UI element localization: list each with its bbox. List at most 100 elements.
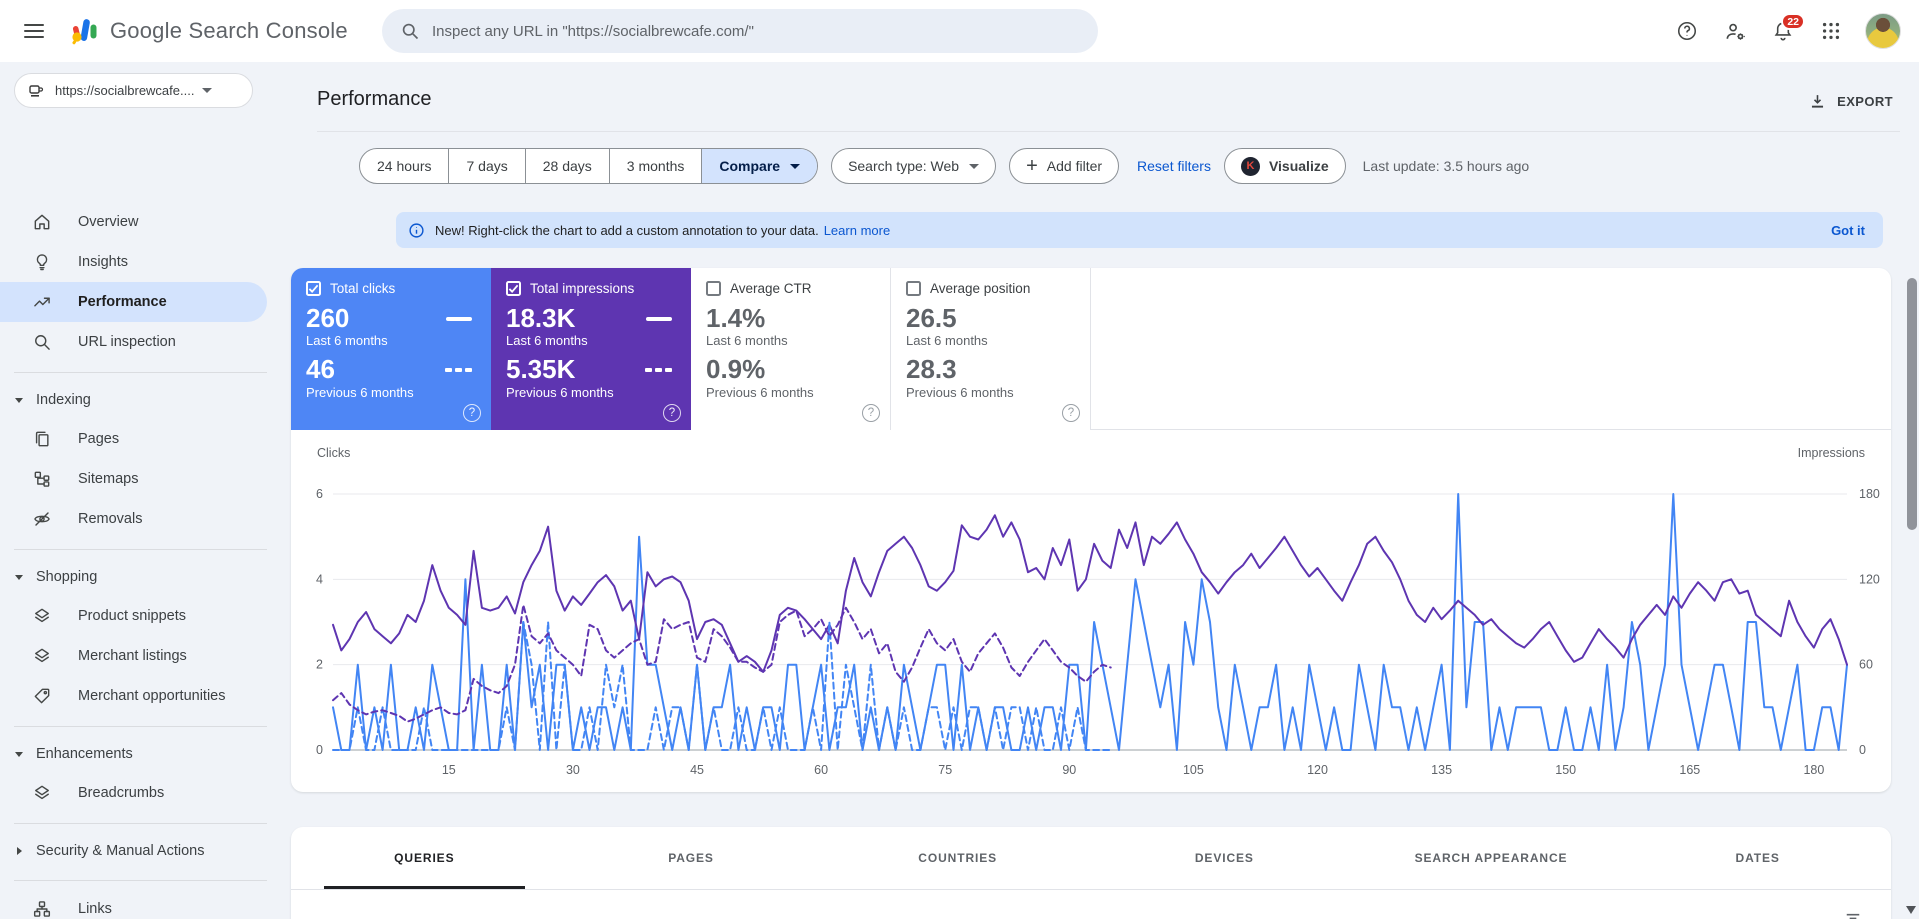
sidebar-item-links[interactable]: Links (0, 889, 267, 919)
svg-text:2: 2 (316, 658, 323, 672)
apps-grid-icon (1822, 22, 1840, 40)
export-button[interactable]: EXPORT (1808, 92, 1893, 111)
top-bar: Google Search Console 22 (0, 0, 1919, 62)
search-console-logo-icon (72, 19, 97, 45)
sidebar-item-product-snippets[interactable]: Product snippets (0, 596, 267, 636)
account-avatar[interactable] (1865, 13, 1901, 49)
range-28-days[interactable]: 28 days (524, 149, 609, 183)
banner-text: New! Right-click the chart to add a cust… (435, 222, 819, 238)
table-toolbar (291, 890, 1891, 919)
sidebar-item-merchant-listings[interactable]: Merchant listings (0, 636, 267, 676)
sidebar-item-overview[interactable]: Overview (0, 202, 267, 242)
sidebar-nav: Overview Insights Performance URL inspectio… (0, 202, 267, 919)
notification-badge: 22 (1781, 13, 1805, 30)
chevron-down-icon (969, 163, 980, 169)
chevron-down-icon (790, 163, 801, 169)
metric-value-current: 18.3K (506, 303, 576, 333)
metric-checkbox[interactable] (706, 281, 721, 296)
search-type-filter[interactable]: Search type: Web (831, 148, 997, 184)
header-divider (317, 131, 1900, 132)
svg-text:165: 165 (1679, 763, 1700, 777)
sidebar-item-insights[interactable]: Insights (0, 242, 267, 282)
performance-line-chart[interactable]: 024606012018015 30 45 60 75 90 105 120 135 150 165… (291, 464, 1891, 786)
property-url: https://socialbrewcafe.... (55, 83, 195, 98)
sidebar-section-shopping[interactable]: Shopping (0, 558, 267, 596)
filter-bar: 24 hours 7 days 28 days 3 months Compare Sea… (359, 148, 1529, 184)
filter-list-icon[interactable] (1843, 908, 1863, 919)
caret-down-icon (14, 572, 24, 582)
metric-help-icon[interactable]: ? (862, 404, 880, 422)
sidebar-section-indexing[interactable]: Indexing (0, 381, 267, 419)
svg-text:180: 180 (1803, 763, 1824, 777)
metric-checkbox[interactable] (506, 281, 521, 296)
learn-more-link[interactable]: Learn more (824, 223, 890, 238)
home-icon (32, 212, 52, 232)
sidebar-item-performance[interactable]: Performance (0, 282, 267, 322)
vertical-scrollbar-thumb[interactable] (1907, 278, 1917, 530)
tree-icon (32, 899, 52, 919)
help-button[interactable] (1667, 11, 1707, 51)
download-icon (1808, 92, 1827, 111)
search-icon (402, 23, 419, 40)
hamburger-menu-icon[interactable] (14, 11, 54, 51)
app-logo[interactable]: Google Search Console (70, 17, 348, 45)
metric-card-average-ctr[interactable]: Average CTR 1.4% Last 6 months 0.9% Previous… (691, 268, 891, 430)
notifications-button[interactable]: 22 (1763, 11, 1805, 51)
svg-text:6: 6 (316, 487, 323, 501)
metric-help-icon[interactable]: ? (663, 404, 681, 422)
tab-devices[interactable]: DEVICES (1091, 827, 1358, 889)
tab-countries[interactable]: COUNTRIES (824, 827, 1091, 889)
metric-card-average-position[interactable]: Average position 26.5 Last 6 months 28.3 Pre… (891, 268, 1091, 430)
sidebar-item-sitemaps[interactable]: Sitemaps (0, 459, 267, 499)
dashed-line-legend (642, 368, 672, 372)
dashed-line-legend (442, 368, 472, 372)
metric-value-previous: 46 (306, 354, 335, 385)
solid-line-legend (446, 316, 472, 321)
user-settings-button[interactable] (1715, 11, 1755, 51)
tab-dates[interactable]: DATES (1624, 827, 1891, 889)
user-settings-icon (1726, 23, 1745, 40)
reset-filters-link[interactable]: Reset filters (1137, 158, 1211, 174)
tab-queries[interactable]: QUERIES (291, 827, 558, 889)
sidebar-divider (14, 726, 267, 727)
performance-chart-panel: Total clicks 260 Last 6 months 46 Previous 6… (291, 268, 1891, 792)
site-favicon (27, 82, 45, 100)
visualize-button[interactable]: K Visualize (1223, 148, 1346, 184)
url-inspect-search-bar[interactable] (382, 9, 1098, 53)
url-inspect-input[interactable] (432, 22, 1072, 40)
range-7-days[interactable]: 7 days (448, 149, 524, 183)
metric-help-icon[interactable]: ? (463, 404, 481, 422)
property-selector[interactable]: https://socialbrewcafe.... (14, 73, 253, 108)
got-it-button[interactable]: Got it (1831, 223, 1865, 238)
sidebar: https://socialbrewcafe.... Overview Insig… (0, 62, 267, 919)
range-compare[interactable]: Compare (701, 149, 818, 183)
metric-checkbox[interactable] (906, 281, 921, 296)
sidebar-divider (14, 372, 267, 373)
metric-checkbox[interactable] (306, 281, 321, 296)
tab-pages[interactable]: PAGES (558, 827, 825, 889)
sidebar-item-removals[interactable]: Removals (0, 499, 267, 539)
sidebar-divider (14, 880, 267, 881)
caret-right-icon (14, 846, 24, 856)
svg-text:4: 4 (316, 572, 323, 586)
scrollbar-down-arrow[interactable] (1906, 906, 1916, 914)
add-filter-button[interactable]: + Add filter (1009, 148, 1120, 184)
magnifier-icon (32, 332, 52, 352)
metric-help-icon[interactable]: ? (1062, 404, 1080, 422)
date-range-segmented-control: 24 hours 7 days 28 days 3 months Compare (359, 148, 819, 184)
range-24-hours[interactable]: 24 hours (360, 149, 448, 183)
sidebar-item-url-inspection[interactable]: URL inspection (0, 322, 267, 362)
svg-text:105: 105 (1183, 763, 1204, 777)
metric-card-total-clicks[interactable]: Total clicks 260 Last 6 months 46 Previous 6… (291, 268, 491, 430)
svg-text:90: 90 (1062, 763, 1076, 777)
metric-card-total-impressions[interactable]: Total impressions 18.3K Last 6 months 5.35K… (491, 268, 691, 430)
sidebar-item-pages[interactable]: Pages (0, 419, 267, 459)
svg-text:60: 60 (1859, 658, 1873, 672)
tab-search-appearance[interactable]: SEARCH APPEARANCE (1358, 827, 1625, 889)
sidebar-section-enhancements[interactable]: Enhancements (0, 735, 267, 773)
range-3-months[interactable]: 3 months (608, 149, 702, 183)
sidebar-section-security-manual-actions[interactable]: Security & Manual Actions (0, 832, 267, 870)
sidebar-item-merchant-opportunities[interactable]: Merchant opportunities (0, 676, 267, 716)
google-apps-button[interactable] (1811, 11, 1851, 51)
sidebar-item-breadcrumbs[interactable]: Breadcrumbs (0, 773, 267, 813)
